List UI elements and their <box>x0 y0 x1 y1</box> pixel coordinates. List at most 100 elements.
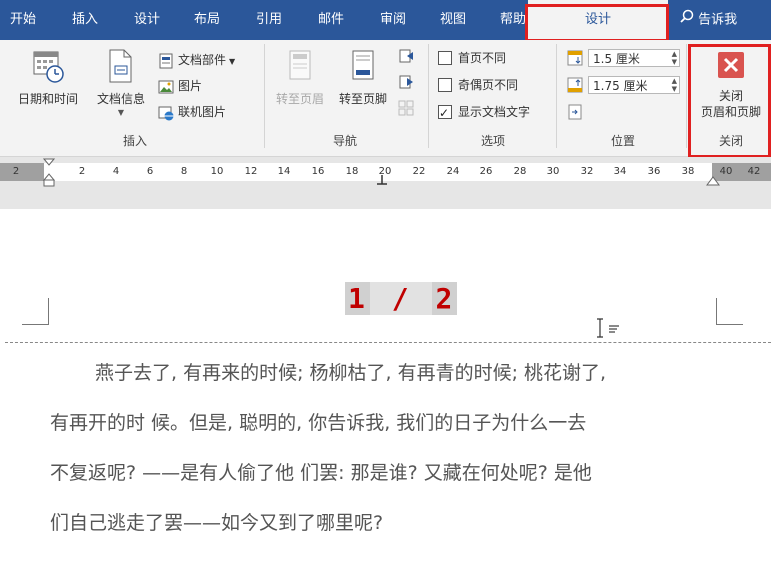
ruler-tick-label: 12 <box>244 166 258 177</box>
header-top-distance-icon <box>566 49 586 67</box>
ruler-tick-label: 38 <box>681 166 695 177</box>
navigation-group-label: 导航 <box>332 134 357 148</box>
page-number-total: 2 <box>432 282 458 315</box>
doc-info-icon <box>106 48 136 84</box>
ruler-tick-label: 28 <box>513 166 527 177</box>
group-separator <box>428 44 429 148</box>
go-to-header-icon <box>285 48 315 84</box>
search-icon <box>680 0 694 40</box>
go-to-header-label: 转至页眉 <box>275 92 324 106</box>
next-section-icon[interactable] <box>398 74 416 92</box>
doc-parts-icon <box>158 53 174 69</box>
ruler-tick-label: 10 <box>210 166 224 177</box>
highlight-box-design-tab <box>525 4 669 42</box>
different-odd-even-checkbox[interactable]: 奇偶页不同 <box>438 75 518 95</box>
pictures-label: 图片 <box>178 79 203 93</box>
ruler-tick-label: 4 <box>112 166 120 177</box>
date-time-label: 日期和时间 <box>17 92 78 106</box>
go-to-footer-label: 转至页脚 <box>338 92 387 106</box>
ruler-tick-label: 16 <box>311 166 325 177</box>
go-to-footer-button[interactable]: 转至页脚 <box>332 48 394 107</box>
paragraph-alignment-icon <box>608 319 620 338</box>
show-document-text-label: 显示文档文字 <box>458 105 531 119</box>
ruler-tick-label: 36 <box>647 166 661 177</box>
online-pictures-button[interactable]: 联机图片 <box>158 102 226 122</box>
ruler-tick-label: 6 <box>146 166 154 177</box>
left-margin-crop-mark <box>22 298 49 325</box>
ruler-tick-label: 24 <box>446 166 460 177</box>
ruler-tick-label: 2 <box>12 166 20 177</box>
body-text-line[interactable]: 们自己逃走了罢——如今又到了哪里呢? <box>50 508 383 535</box>
footer-distance-value: 1.75 厘米 <box>593 79 648 93</box>
spinner-arrows-icon[interactable]: ▲ ▼ <box>672 77 677 93</box>
right-margin-crop-mark <box>716 298 743 325</box>
group-separator <box>556 44 557 148</box>
ruler-tick-label: 32 <box>580 166 594 177</box>
header-distance-value: 1.5 厘米 <box>593 52 640 66</box>
group-separator <box>686 44 687 148</box>
ruler-tick-label: 18 <box>345 166 359 177</box>
nav-small-icons <box>398 48 416 118</box>
online-pictures-label: 联机图片 <box>178 105 227 119</box>
tell-me-box[interactable]: 告诉我 <box>680 0 770 40</box>
position-group-label: 位置 <box>610 134 635 148</box>
page-number-separator: / <box>369 282 433 315</box>
tab-review[interactable]: 审阅 <box>370 0 416 40</box>
footer-bottom-distance-icon <box>566 76 586 94</box>
tab-home[interactable]: 开始 <box>0 0 46 40</box>
checkbox-checked <box>438 103 452 123</box>
tab-mailings[interactable]: 邮件 <box>308 0 354 40</box>
options-group-label: 选项 <box>480 134 505 148</box>
ruler-tick-label: 14 <box>277 166 291 177</box>
different-first-page-checkbox[interactable]: 首页不同 <box>438 48 506 68</box>
header-distance-input[interactable]: 1.5 厘米 ▲ ▼ <box>588 49 680 67</box>
insert-alignment-tab-icon[interactable] <box>566 103 586 121</box>
ruler-tick-label: 22 <box>412 166 426 177</box>
insert-group-label: 插入 <box>122 134 147 148</box>
horizontal-ruler[interactable]: 2 2 4 6 8 10 12 14 16 18 20 22 24 26 28 30 32 34 36 38 40 42 <box>0 157 771 187</box>
go-to-footer-icon <box>348 48 378 84</box>
header-page-number[interactable]: 1 / 2 <box>345 282 458 315</box>
link-to-previous-icon[interactable] <box>398 100 416 118</box>
highlight-box-close-button <box>688 44 771 158</box>
doc-parts-label: 文档部件 <box>178 53 227 67</box>
group-separator <box>264 44 265 148</box>
tab-view[interactable]: 视图 <box>430 0 476 40</box>
tab-design[interactable]: 设计 <box>124 0 170 40</box>
footer-distance-input[interactable]: 1.75 厘米 ▲ ▼ <box>588 76 680 94</box>
ruler-tick-label: 8 <box>180 166 188 177</box>
page-gap <box>0 187 771 209</box>
doc-parts-button[interactable]: 文档部件 ▼ <box>158 50 235 70</box>
text-cursor-icon <box>594 318 606 342</box>
doc-info-button[interactable]: 文档信息 ▼ <box>88 48 154 117</box>
spinner-arrows-icon[interactable]: ▲ ▼ <box>672 50 677 66</box>
ruler-tick-label: 30 <box>546 166 560 177</box>
ruler-tick-label: 2 <box>78 166 86 177</box>
different-odd-even-label: 奇偶页不同 <box>458 78 519 92</box>
picture-icon <box>158 79 174 95</box>
chevron-down-icon: ▼ <box>229 57 236 66</box>
tab-references[interactable]: 引用 <box>246 0 292 40</box>
header-boundary-line <box>5 342 771 343</box>
tab-layout[interactable]: 布局 <box>184 0 230 40</box>
doc-info-label: 文档信息 <box>96 92 145 106</box>
pictures-button[interactable]: 图片 <box>158 76 202 96</box>
date-time-button[interactable]: 日期和时间 <box>10 48 86 107</box>
go-to-header-button[interactable]: 转至页眉 <box>268 48 332 107</box>
body-text-line[interactable]: 燕子去了, 有再来的时候; 杨柳枯了, 有再青的时候; 桃花谢了, <box>95 358 606 385</box>
tell-me-label: 告诉我 <box>698 12 738 28</box>
different-first-page-label: 首页不同 <box>458 51 507 65</box>
checkbox-unchecked <box>438 77 452 92</box>
ruler-tick-label: 42 <box>747 166 761 177</box>
body-text-line[interactable]: 不复返呢? ——是有人偷了他 们罢: 那是谁? 又藏在何处呢? 是他 <box>50 458 592 485</box>
chevron-down-icon: ▼ <box>117 108 125 117</box>
page-number-current: 1 <box>345 282 370 315</box>
body-text-line[interactable]: 有再开的时 候。但是, 聪明的, 你告诉我, 我们的日子为什么一去 <box>50 408 586 435</box>
show-document-text-checkbox[interactable]: 显示文档文字 <box>438 102 531 123</box>
ribbon: 日期和时间 文档信息 ▼ 文档部件 ▼ 图片 联机图片 插入 转至页眉 转至页脚… <box>0 40 771 157</box>
tab-insert[interactable]: 插入 <box>62 0 108 40</box>
ruler-tick-label: 26 <box>479 166 493 177</box>
calendar-clock-icon <box>31 48 65 84</box>
previous-section-icon[interactable] <box>398 48 416 66</box>
checkbox-unchecked <box>438 50 452 65</box>
